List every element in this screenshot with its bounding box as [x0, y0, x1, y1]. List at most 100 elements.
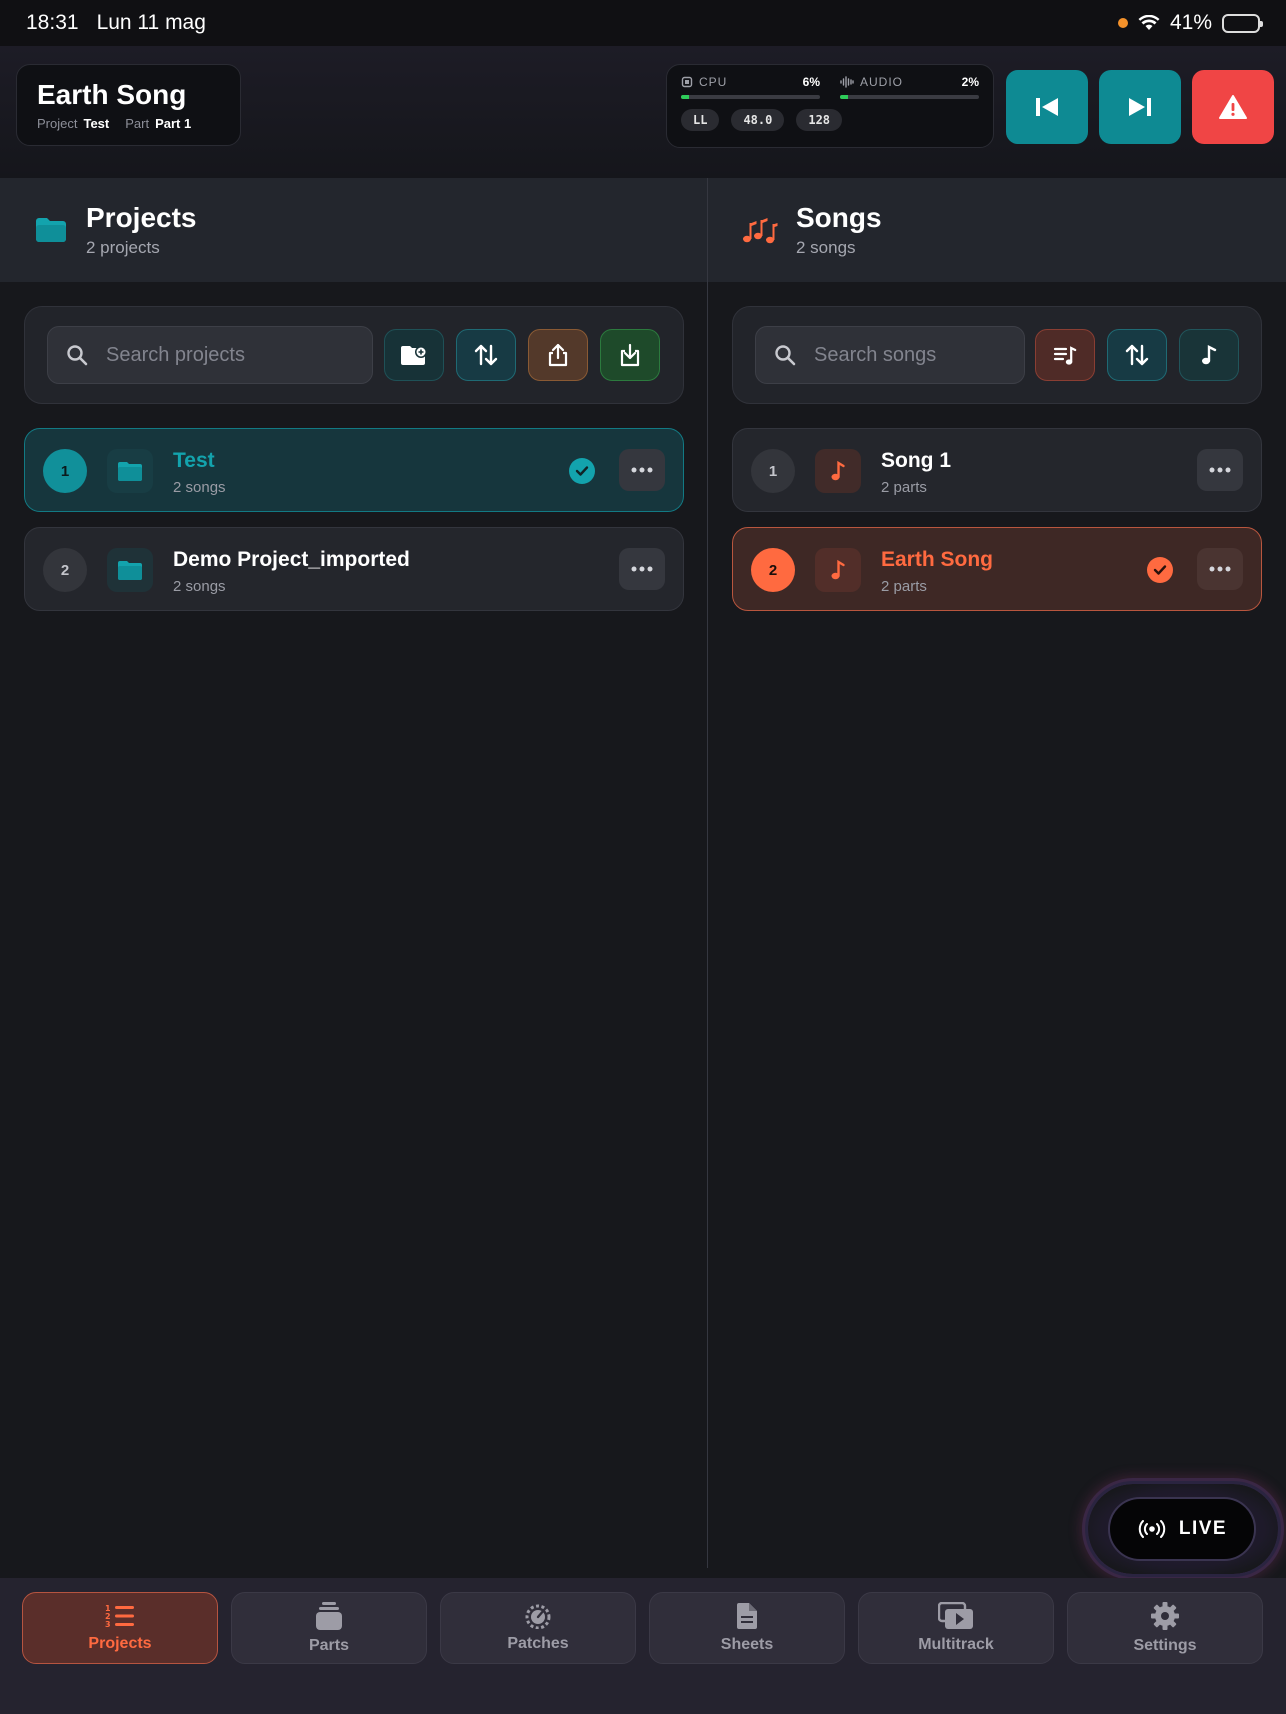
more-options-button[interactable]: [1197, 548, 1243, 590]
new-project-button[interactable]: [384, 329, 444, 381]
nav-parts[interactable]: Parts: [231, 1592, 427, 1664]
projects-search[interactable]: [47, 326, 373, 384]
cpu-stat: CPU 6%: [681, 75, 820, 99]
projects-title: Projects: [86, 202, 197, 233]
ellipsis-icon: [1209, 566, 1231, 572]
share-icon: [548, 343, 568, 367]
next-button[interactable]: [1099, 70, 1181, 144]
nav-label: Multitrack: [918, 1636, 994, 1653]
project-value: Test: [83, 116, 110, 131]
panel-divider: [707, 178, 708, 1568]
row-number: 1: [43, 449, 87, 493]
buffer-size-chip: 128: [796, 109, 843, 131]
wifi-icon: [1138, 15, 1160, 30]
battery-icon: [1222, 13, 1263, 33]
songs-header: Songs 2 songs: [708, 178, 1286, 282]
live-label: LIVE: [1178, 1518, 1228, 1539]
nav-patches[interactable]: Patches: [440, 1592, 636, 1664]
project-name: Test: [173, 449, 215, 472]
battery-percent: 41%: [1169, 11, 1212, 34]
new-song-button[interactable]: [1179, 329, 1239, 381]
folder-icon: [36, 218, 66, 242]
play-stack-icon: [938, 1602, 973, 1629]
part-label: Part: [125, 116, 150, 131]
panic-button[interactable]: [1192, 70, 1274, 144]
import-project-button[interactable]: [600, 329, 660, 381]
current-song-card[interactable]: Earth Song Project Test Part Part 1: [16, 64, 241, 146]
current-song-meta: Project Test Part Part 1: [37, 116, 220, 131]
search-icon: [67, 345, 88, 366]
nav-settings[interactable]: Settings: [1067, 1592, 1263, 1664]
sort-arrows-icon: [1125, 344, 1149, 366]
audio-label: AUDIO: [860, 75, 904, 89]
projects-toolbar: [24, 306, 684, 404]
audio-stat: AUDIO 2%: [840, 75, 979, 99]
broadcast-icon: [1138, 1520, 1166, 1538]
nav-projects[interactable]: 1 2 3 Projects: [22, 1592, 218, 1664]
import-icon: [620, 343, 640, 367]
projects-header: Projects 2 projects: [0, 178, 707, 282]
row-number: 2: [751, 548, 795, 592]
selected-check-icon: [1147, 557, 1173, 583]
audio-meter: [840, 95, 979, 99]
cpu-value: 6%: [802, 75, 820, 89]
project-row-demo[interactable]: 2 Demo Project_imported 2 songs: [24, 527, 684, 611]
project-name: Demo Project_imported: [173, 548, 410, 571]
more-options-button[interactable]: [619, 548, 665, 590]
nav-label: Sheets: [720, 1636, 774, 1653]
gauge-icon: [525, 1604, 551, 1629]
stack-icon: [316, 1602, 342, 1630]
audio-value: 2%: [961, 75, 979, 89]
document-icon: [737, 1603, 757, 1629]
more-options-button[interactable]: [619, 449, 665, 491]
numbered-list-icon: 1 2 3: [105, 1604, 134, 1629]
performance-stats: CPU 6% AUDIO 2% LL 48.0 128: [666, 64, 994, 148]
music-notes-icon: [743, 218, 778, 244]
more-options-button[interactable]: [1197, 449, 1243, 491]
songs-search[interactable]: [755, 326, 1025, 384]
ellipsis-icon: [631, 467, 653, 473]
export-project-button[interactable]: [528, 329, 588, 381]
header: Earth Song Project Test Part Part 1 CPU …: [0, 46, 1286, 178]
ellipsis-icon: [1209, 467, 1231, 473]
song-part-count: 2 parts: [881, 479, 927, 496]
row-number: 1: [751, 449, 795, 493]
previous-button[interactable]: [1006, 70, 1088, 144]
nav-label: Parts: [308, 1637, 350, 1654]
bottom-navigation: 1 2 3 Projects Parts Patches Sheets Mult…: [0, 1578, 1286, 1714]
music-note-icon: [1202, 345, 1217, 365]
song-name: Song 1: [881, 449, 952, 472]
project-row-test[interactable]: 1 Test 2 songs: [24, 428, 684, 512]
chip-icon: [681, 76, 693, 88]
skip-back-icon: [1036, 98, 1058, 116]
search-icon: [775, 345, 796, 366]
live-button[interactable]: LIVE: [1108, 1497, 1256, 1561]
mic-indicator-icon: [1117, 18, 1128, 28]
sort-songs-button[interactable]: [1107, 329, 1167, 381]
cpu-meter: [681, 95, 820, 99]
cpu-label: CPU: [699, 75, 728, 89]
skip-forward-icon: [1129, 98, 1151, 116]
nav-label: Projects: [88, 1635, 152, 1652]
status-bar: 18:31 Lun 11 mag 41%: [0, 0, 1286, 46]
nav-sheets[interactable]: Sheets: [649, 1592, 845, 1664]
sort-projects-button[interactable]: [456, 329, 516, 381]
sample-rate-chip: 48.0: [731, 109, 785, 131]
project-label: Project: [37, 116, 78, 131]
songs-search-input[interactable]: [814, 343, 994, 367]
row-folder-icon: [107, 548, 153, 592]
song-row-earth-song[interactable]: 2 Earth Song 2 parts: [732, 527, 1262, 611]
nav-label: Patches: [507, 1635, 569, 1652]
projects-search-input[interactable]: [106, 343, 326, 367]
songs-title: Songs: [796, 202, 882, 233]
nav-multitrack[interactable]: Multitrack: [858, 1592, 1054, 1664]
song-row-song-1[interactable]: 1 Song 1 2 parts: [732, 428, 1262, 512]
setlist-button[interactable]: [1035, 329, 1095, 381]
ellipsis-icon: [631, 566, 653, 572]
row-music-note-icon: [815, 548, 861, 592]
svg-text:3: 3: [105, 1620, 111, 1629]
part-value: Part 1: [155, 116, 192, 131]
songs-toolbar: [732, 306, 1262, 404]
latency-mode-chip: LL: [681, 109, 720, 131]
warning-icon: [1219, 95, 1247, 119]
